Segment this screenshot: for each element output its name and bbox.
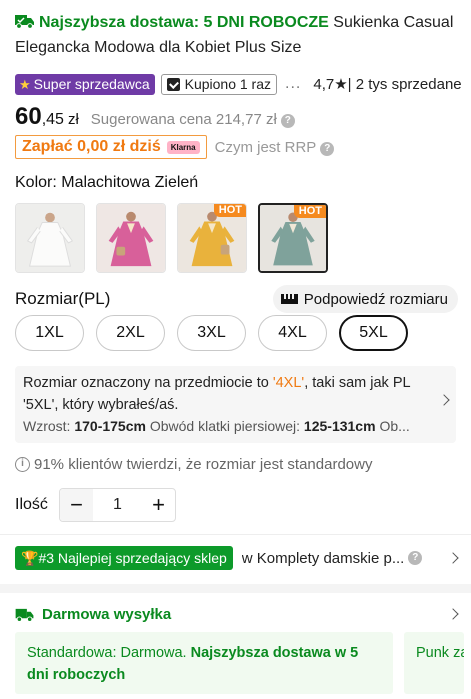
super-seller-label: Super sprzedawca xyxy=(33,75,150,92)
swatch-pink[interactable] xyxy=(96,203,166,273)
shipping-header[interactable]: Darmowa wysyłka xyxy=(15,603,461,625)
shop-rank-row[interactable]: 🏆#3 Najlepiej sprzedający sklep w Komple… xyxy=(15,546,461,570)
divider xyxy=(0,534,471,535)
rating-value: 4,7 xyxy=(313,76,335,93)
hot-badge: HOT xyxy=(213,204,246,217)
klarna-logo: Klarna xyxy=(166,140,200,154)
super-seller-badge: ★ Super sprzedawca xyxy=(15,73,155,95)
more-measurements: Ob... xyxy=(379,418,410,434)
shop-rank-badge: 🏆#3 Najlepiej sprzedający sklep xyxy=(15,546,233,570)
swatch-green[interactable]: HOT xyxy=(258,203,328,273)
pay-row: Zapłać 0,00 zł dziś Klarna Czym jest RRP… xyxy=(15,135,335,159)
decrease-button[interactable]: − xyxy=(60,489,93,521)
help-icon[interactable]: ? xyxy=(280,114,295,128)
help-icon: ? xyxy=(320,141,335,156)
shipping-card-pickup[interactable]: Punk zamó xyxy=(404,632,464,694)
size-info-box[interactable]: Rozmiar oznaczony na przedmiocie to '4XL… xyxy=(15,366,456,443)
price-currency: zł xyxy=(67,111,79,128)
marked-size: '4XL' xyxy=(272,375,305,391)
rating[interactable]: 4,7★| 2 tys sprzedane xyxy=(313,75,461,93)
swatch-white[interactable] xyxy=(15,203,85,273)
shipping-standard-label: Standardowa: Darmowa. xyxy=(27,645,191,661)
rrp-info-link[interactable]: Czym jest RRP? xyxy=(215,139,335,156)
bag-check-icon xyxy=(166,77,180,91)
size-header: Rozmiar(PL) Podpowiedź rozmiaru xyxy=(15,285,458,313)
size-option-2xl[interactable]: 2XL xyxy=(96,315,165,351)
dress-pink-image xyxy=(97,204,165,272)
size-option-1xl[interactable]: 1XL xyxy=(15,315,84,351)
shop-category: w Komplety damskie p... xyxy=(241,549,405,567)
badge-row: ★ Super sprzedawca Kupiono 1 raz ... 4,7… xyxy=(15,73,462,95)
pay-today-text: Zapłać 0,00 zł dziś xyxy=(22,138,161,155)
shop-rank-label: #3 Najlepiej sprzedający sklep xyxy=(38,550,227,566)
shipping-card-standard[interactable]: Standardowa: Darmowa. Najszybsza dostawa… xyxy=(15,632,393,694)
quantity-stepper: − 1 + xyxy=(59,488,176,522)
chevron-right-icon xyxy=(447,552,459,564)
delivery-promo: Najszybsza dostawa: 5 DNI ROBOCZE xyxy=(39,14,329,31)
klarna-pay-box[interactable]: Zapłać 0,00 zł dziś Klarna xyxy=(15,135,207,159)
rrp-label: Sugerowana cena xyxy=(90,111,212,128)
quantity-value[interactable]: 1 xyxy=(93,496,142,514)
increase-button[interactable]: + xyxy=(142,489,175,521)
help-icon[interactable]: ? xyxy=(408,551,423,565)
size-stat-text: 91% klientów twierdzi, że rozmiar jest s… xyxy=(34,456,373,473)
ruler-icon xyxy=(280,294,298,304)
price-row: 60,45 zł Sugerowana cena 214,77 zł? xyxy=(15,103,295,131)
chevron-right-icon xyxy=(447,608,459,620)
size-measurements: Wzrost: 170-175cm Obwód klatki piersiowe… xyxy=(23,418,428,434)
size-option-3xl[interactable]: 3XL xyxy=(177,315,246,351)
color-label: Kolor: Malachitowa Zieleń xyxy=(15,174,199,191)
truck-icon xyxy=(15,608,34,622)
star-icon: ★ xyxy=(19,76,31,92)
size-info-part: Rozmiar oznaczony na przedmiocie to xyxy=(23,375,273,391)
hot-badge: HOT xyxy=(293,205,326,218)
trophy-icon: 🏆 xyxy=(21,550,39,566)
product-title: Najszybsza dostawa: 5 DNI ROBOCZE Sukien… xyxy=(15,10,465,60)
bought-badge: Kupiono 1 raz xyxy=(160,73,278,95)
color-swatches: HOT HOT xyxy=(15,203,339,273)
info-icon: i xyxy=(15,457,30,472)
shipping-title: Darmowa wysyłka xyxy=(42,605,172,623)
truck-icon xyxy=(15,15,34,29)
size-option-4xl[interactable]: 4XL xyxy=(258,315,327,351)
chest-value: 125-131cm xyxy=(303,418,376,434)
rrp-value: 214,77 zł xyxy=(215,111,277,128)
dress-white-image xyxy=(16,204,84,272)
rating-star-icon: ★ xyxy=(334,76,348,93)
quantity-row: Ilość − 1 + xyxy=(15,488,176,522)
bought-label: Kupiono 1 raz xyxy=(184,75,272,92)
section-divider xyxy=(0,584,471,593)
size-option-5xl[interactable]: 5XL xyxy=(339,315,408,351)
price-cents: ,45 xyxy=(41,111,64,128)
size-label: Rozmiar(PL) xyxy=(15,289,111,308)
more-dots[interactable]: ... xyxy=(285,75,301,93)
height-value: 170-175cm xyxy=(74,418,146,434)
sold-count: | 2 tys sprzedane xyxy=(347,76,462,93)
swatch-yellow[interactable]: HOT xyxy=(177,203,247,273)
height-label: Wzrost: xyxy=(23,418,71,434)
size-info-text: Rozmiar oznaczony na przedmiocie to '4XL… xyxy=(23,372,428,416)
rrp-info-label: Czym jest RRP xyxy=(214,138,317,156)
quantity-label: Ilość xyxy=(15,496,48,513)
chevron-right-icon xyxy=(438,394,450,406)
size-hint-button[interactable]: Podpowiedź rozmiaru xyxy=(272,285,458,313)
chest-label: Obwód klatki piersiowej: xyxy=(149,418,301,434)
size-options: 1XL 2XL 3XL 4XL 5XL xyxy=(15,315,420,351)
rrp-price: Sugerowana cena 214,77 zł? xyxy=(91,111,295,128)
price-main: 60 xyxy=(15,103,42,130)
size-hint-label: Podpowiedź rozmiaru xyxy=(303,290,448,308)
size-stat: i 91% klientów twierdzi, że rozmiar jest… xyxy=(15,456,372,473)
